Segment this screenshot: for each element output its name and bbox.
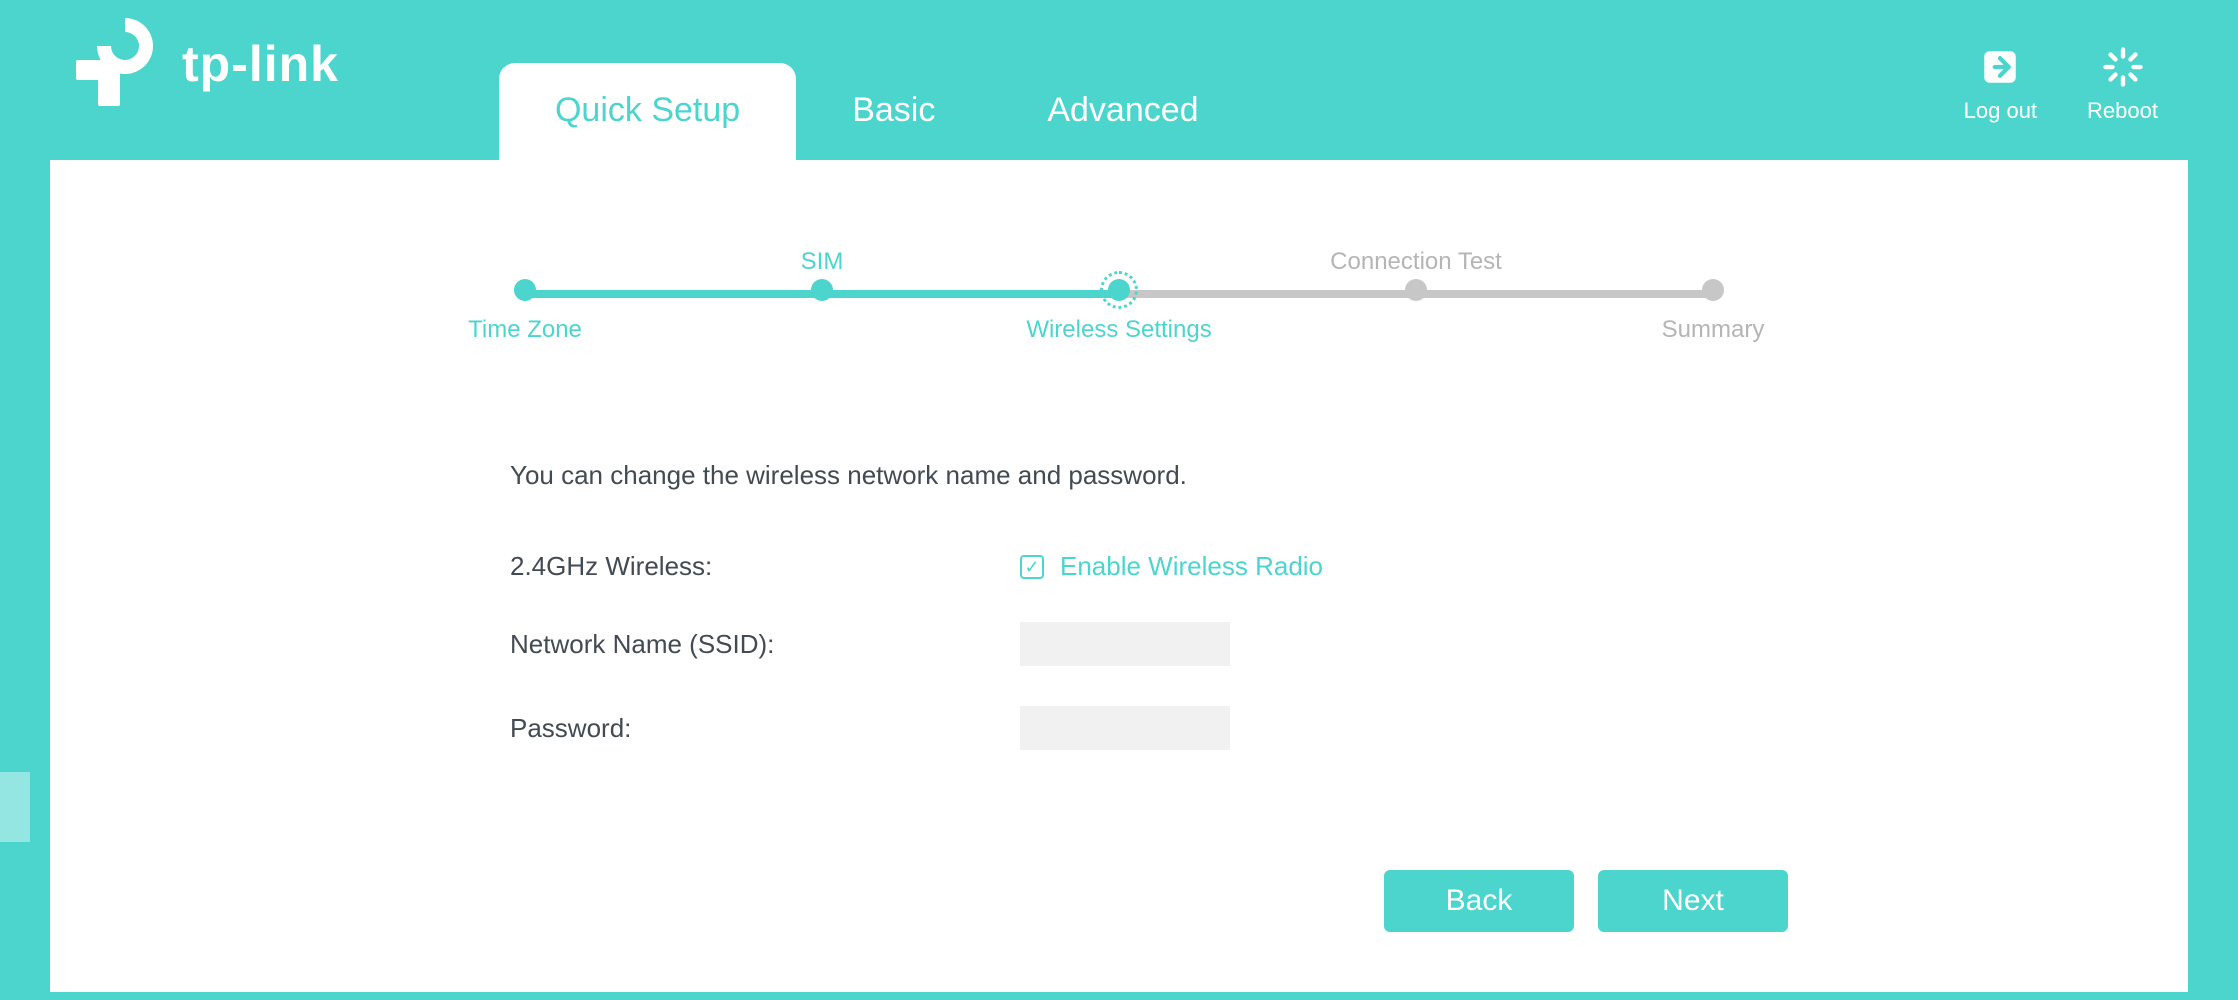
header-actions: Log out Reboot xyxy=(1964,46,2158,124)
header: tp-link Quick Setup Basic Advanced Log o… xyxy=(0,0,2238,160)
wizard-label-connection-test: Connection Test xyxy=(1330,230,1502,276)
wizard-dot-sim xyxy=(811,279,833,301)
enable-wireless-wrap: ✓ Enable Wireless Radio xyxy=(1020,551,1323,582)
wizard-dot-timezone xyxy=(514,279,536,301)
tab-quick-setup[interactable]: Quick Setup xyxy=(499,63,796,160)
brand-name: tp-link xyxy=(182,35,339,93)
logout-button[interactable]: Log out xyxy=(1964,46,2037,124)
row-ssid: Network Name (SSID): xyxy=(510,622,1728,666)
main-tabs: Quick Setup Basic Advanced xyxy=(499,0,1255,160)
side-handle xyxy=(0,772,30,842)
button-row: Back Next xyxy=(510,870,1788,932)
reboot-button[interactable]: Reboot xyxy=(2087,46,2158,124)
wizard-steps: Time Zone SIM Wireless Settings Connecti… xyxy=(510,230,1728,370)
reboot-label: Reboot xyxy=(2087,98,2158,124)
wizard-step-timezone: Time Zone xyxy=(510,230,540,356)
tplink-logo-icon xyxy=(70,14,170,114)
logout-icon xyxy=(1979,46,2021,88)
wizard-step-sim: SIM xyxy=(807,230,837,356)
wizard-dot-wireless xyxy=(1108,279,1130,301)
wizard-step-summary: Summary xyxy=(1698,230,1728,356)
row-24ghz: 2.4GHz Wireless: ✓ Enable Wireless Radio xyxy=(510,551,1728,582)
label-ssid: Network Name (SSID): xyxy=(510,629,1020,660)
enable-wireless-checkbox[interactable]: ✓ xyxy=(1020,555,1044,579)
tab-basic[interactable]: Basic xyxy=(796,63,991,160)
wizard-step-wireless: Wireless Settings xyxy=(1104,230,1134,356)
back-button[interactable]: Back xyxy=(1384,870,1574,932)
main-panel: Time Zone SIM Wireless Settings Connecti… xyxy=(50,160,2188,992)
ssid-input[interactable] xyxy=(1020,622,1230,666)
intro-text: You can change the wireless network name… xyxy=(510,460,1728,491)
wizard-step-connection-test: Connection Test xyxy=(1401,230,1431,356)
label-24ghz: 2.4GHz Wireless: xyxy=(510,551,1020,582)
wizard-label-sim: SIM xyxy=(801,230,844,276)
wizard-dot-connection-test xyxy=(1405,279,1427,301)
row-password: Password: xyxy=(510,706,1728,750)
wizard-label-timezone: Time Zone xyxy=(468,316,582,356)
brand-logo: tp-link xyxy=(70,14,339,114)
wizard-dot-summary xyxy=(1702,279,1724,301)
logout-label: Log out xyxy=(1964,98,2037,124)
wizard-label-wireless: Wireless Settings xyxy=(1026,316,1211,356)
enable-wireless-label: Enable Wireless Radio xyxy=(1060,551,1323,582)
password-input[interactable] xyxy=(1020,706,1230,750)
wizard-label-summary: Summary xyxy=(1662,316,1765,356)
tab-advanced[interactable]: Advanced xyxy=(991,63,1254,160)
reboot-icon xyxy=(2102,46,2144,88)
next-button[interactable]: Next xyxy=(1598,870,1788,932)
label-password: Password: xyxy=(510,713,1020,744)
